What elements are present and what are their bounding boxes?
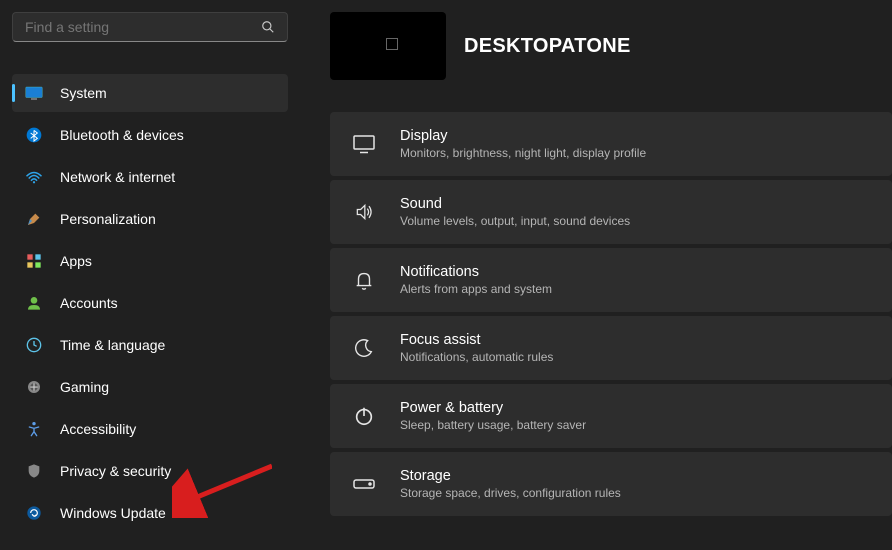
apps-icon (24, 251, 44, 271)
nav-accessibility[interactable]: Accessibility (12, 410, 288, 448)
nav-apps[interactable]: Apps (12, 242, 288, 280)
network-icon (24, 167, 44, 187)
nav-system[interactable]: System (12, 74, 288, 112)
nav-label: Privacy & security (60, 463, 171, 479)
nav-label: Network & internet (60, 169, 175, 185)
moon-icon (350, 337, 378, 359)
nav-label: Time & language (60, 337, 165, 353)
nav-gaming[interactable]: Gaming (12, 368, 288, 406)
card-title: Focus assist (400, 332, 553, 348)
card-title: Power & battery (400, 400, 586, 416)
nav-label: Windows Update (60, 505, 166, 521)
card-body: Sound Volume levels, output, input, soun… (400, 196, 630, 228)
time-icon (24, 335, 44, 355)
card-body: Notifications Alerts from apps and syste… (400, 264, 552, 296)
card-subtitle: Storage space, drives, configuration rul… (400, 486, 621, 500)
card-notifications[interactable]: Notifications Alerts from apps and syste… (330, 248, 892, 312)
card-sound[interactable]: Sound Volume levels, output, input, soun… (330, 180, 892, 244)
card-body: Display Monitors, brightness, night ligh… (400, 128, 646, 160)
search-icon (261, 20, 275, 34)
power-icon (350, 405, 378, 427)
device-title: DESKTOPATONE (464, 35, 631, 58)
card-title: Storage (400, 468, 621, 484)
header: DESKTOPATONE (330, 12, 892, 80)
nav-network[interactable]: Network & internet (12, 158, 288, 196)
sound-icon (350, 202, 378, 222)
card-title: Display (400, 128, 646, 144)
gaming-icon (24, 377, 44, 397)
card-subtitle: Notifications, automatic rules (400, 350, 553, 364)
bell-icon (350, 269, 378, 291)
display-icon (350, 134, 378, 154)
nav-label: Apps (60, 253, 92, 269)
nav-personalization[interactable]: Personalization (12, 200, 288, 238)
nav-label: System (60, 85, 107, 101)
card-display[interactable]: Display Monitors, brightness, night ligh… (330, 112, 892, 176)
card-title: Sound (400, 196, 630, 212)
system-icon (24, 83, 44, 103)
sidebar: System Bluetooth & devices Network & int… (0, 0, 300, 550)
search-box[interactable] (12, 12, 288, 42)
nav-label: Gaming (60, 379, 109, 395)
main-content: DESKTOPATONE Display Monitors, brightnes… (300, 0, 892, 550)
nav-label: Accessibility (60, 421, 136, 437)
accounts-icon (24, 293, 44, 313)
bluetooth-icon (24, 125, 44, 145)
nav: System Bluetooth & devices Network & int… (12, 74, 288, 532)
card-subtitle: Sleep, battery usage, battery saver (400, 418, 586, 432)
nav-accounts[interactable]: Accounts (12, 284, 288, 322)
desktop-thumbnail (330, 12, 446, 80)
nav-windows-update[interactable]: Windows Update (12, 494, 288, 532)
card-body: Focus assist Notifications, automatic ru… (400, 332, 553, 364)
card-title: Notifications (400, 264, 552, 280)
update-icon (24, 503, 44, 523)
nav-privacy[interactable]: Privacy & security (12, 452, 288, 490)
card-power[interactable]: Power & battery Sleep, battery usage, ba… (330, 384, 892, 448)
personalization-icon (24, 209, 44, 229)
nav-bluetooth[interactable]: Bluetooth & devices (12, 116, 288, 154)
storage-icon (350, 477, 378, 491)
nav-label: Bluetooth & devices (60, 127, 184, 143)
card-subtitle: Alerts from apps and system (400, 282, 552, 296)
shield-icon (24, 461, 44, 481)
accessibility-icon (24, 419, 44, 439)
search-input[interactable] (25, 19, 261, 35)
nav-label: Accounts (60, 295, 118, 311)
card-body: Power & battery Sleep, battery usage, ba… (400, 400, 586, 432)
card-subtitle: Monitors, brightness, night light, displ… (400, 146, 646, 160)
card-subtitle: Volume levels, output, input, sound devi… (400, 214, 630, 228)
card-storage[interactable]: Storage Storage space, drives, configura… (330, 452, 892, 516)
card-focus-assist[interactable]: Focus assist Notifications, automatic ru… (330, 316, 892, 380)
nav-time-language[interactable]: Time & language (12, 326, 288, 364)
nav-label: Personalization (60, 211, 156, 227)
card-body: Storage Storage space, drives, configura… (400, 468, 621, 500)
